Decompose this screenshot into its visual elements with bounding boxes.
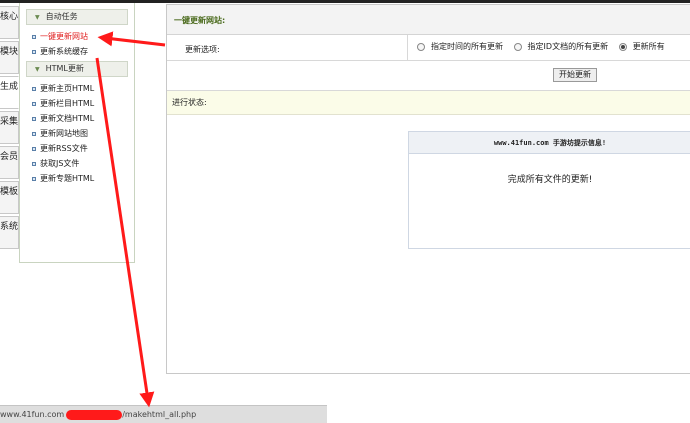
- menu-item-update-sitemap[interactable]: 更新网站地图: [20, 126, 134, 141]
- status-url-suffix: /makehtml_all.php: [122, 410, 197, 419]
- menu-group-title: HTML更新: [45, 64, 84, 73]
- left-vertical-tabs: 核心 模块 生成 采集 会员 模板 系统: [0, 6, 20, 251]
- menu-item-update-cache[interactable]: 更新系统缓存: [20, 44, 134, 59]
- bullet-icon: [32, 86, 36, 91]
- radio-id-updates[interactable]: [513, 42, 522, 51]
- menu-item-update-category[interactable]: 更新栏目HTML: [20, 96, 134, 111]
- vtab-member[interactable]: 会员: [0, 146, 19, 179]
- vtab-core[interactable]: 核心: [0, 6, 19, 39]
- radio-label: 更新所有: [632, 42, 665, 51]
- message-body: 完成所有文件的更新!: [507, 175, 593, 185]
- page-title: 一键更新网站:: [167, 5, 690, 35]
- menu-item-label: 一键更新网站: [40, 32, 88, 41]
- bullet-icon: [32, 146, 36, 151]
- triangle-down-icon: ▼: [35, 14, 40, 21]
- menu-item-update-topic[interactable]: 更新专题HTML: [20, 171, 134, 186]
- menu-item-label: 更新系统缓存: [40, 47, 88, 56]
- menu-item-update-home[interactable]: 更新主页HTML: [20, 81, 134, 96]
- menu-group-html-update[interactable]: ▼ HTML更新: [26, 61, 128, 77]
- start-update-button[interactable]: 开始更新: [553, 68, 597, 82]
- message-header: www.41fun.com 手游坊提示信息!: [409, 132, 690, 154]
- menu-item-label: 获取JS文件: [40, 159, 80, 168]
- vtab-module[interactable]: 模块: [0, 41, 19, 74]
- sidebar-menu: ▼ 自动任务 一键更新网站 更新系统缓存 ▼ HTML更新 更新主页HTML 更新栏…: [19, 3, 135, 263]
- menu-item-label: 更新专题HTML: [40, 174, 95, 183]
- bullet-icon: [32, 34, 36, 39]
- radio-label: 指定时间的所有更新: [431, 42, 503, 51]
- button-row: 开始更新: [167, 61, 690, 91]
- vtab-template[interactable]: 模板: [0, 181, 19, 214]
- menu-item-update-site[interactable]: 一键更新网站: [20, 29, 134, 44]
- triangle-down-icon: ▼: [35, 66, 40, 73]
- menu-item-get-js[interactable]: 获取JS文件: [20, 156, 134, 171]
- menu-item-label: 更新栏目HTML: [40, 99, 95, 108]
- bullet-icon: [32, 176, 36, 181]
- menu-item-label: 更新主页HTML: [40, 84, 95, 93]
- status-url-prefix: www.41fun.com: [0, 410, 65, 419]
- message-box: www.41fun.com 手游坊提示信息! 完成所有文件的更新!: [408, 131, 690, 249]
- bullet-icon: [32, 116, 36, 121]
- radio-label: 指定ID文档的所有更新: [527, 42, 609, 51]
- browser-status-bar: www.41fun.com/makehtml_all.php: [0, 405, 327, 423]
- menu-item-update-rss[interactable]: 更新RSS文件: [20, 141, 134, 156]
- menu-group-title: 自动任务: [45, 12, 78, 21]
- update-options-group: 指定时间的所有更新 指定ID文档的所有更新 更新所有: [417, 41, 673, 52]
- update-options-label: 更新选项:: [185, 45, 220, 54]
- vtab-generate[interactable]: 生成: [0, 76, 19, 109]
- menu-item-update-docs[interactable]: 更新文档HTML: [20, 111, 134, 126]
- bullet-icon: [32, 131, 36, 136]
- menu-group-auto-task[interactable]: ▼ 自动任务: [26, 9, 128, 25]
- menu-item-label: 更新RSS文件: [40, 144, 88, 153]
- divider: [407, 35, 408, 61]
- bullet-icon: [32, 49, 36, 54]
- vtab-collect[interactable]: 采集: [0, 111, 19, 144]
- status-row: 进行状态:: [167, 91, 690, 115]
- redaction-mark: [66, 409, 123, 420]
- radio-update-all[interactable]: [618, 42, 627, 51]
- radio-time-updates[interactable]: [417, 42, 425, 51]
- update-options-row: 更新选项: 指定时间的所有更新 指定ID文档的所有更新 更新所有: [167, 35, 690, 61]
- menu-item-label: 更新文档HTML: [40, 114, 95, 123]
- menu-item-label: 更新网站地图: [40, 129, 88, 138]
- bullet-icon: [32, 161, 36, 166]
- bullet-icon: [32, 101, 36, 106]
- main-panel: 一键更新网站: 更新选项: 指定时间的所有更新 指定ID文档的所有更新 更新所有…: [166, 4, 690, 374]
- vtab-system[interactable]: 系统: [0, 216, 19, 249]
